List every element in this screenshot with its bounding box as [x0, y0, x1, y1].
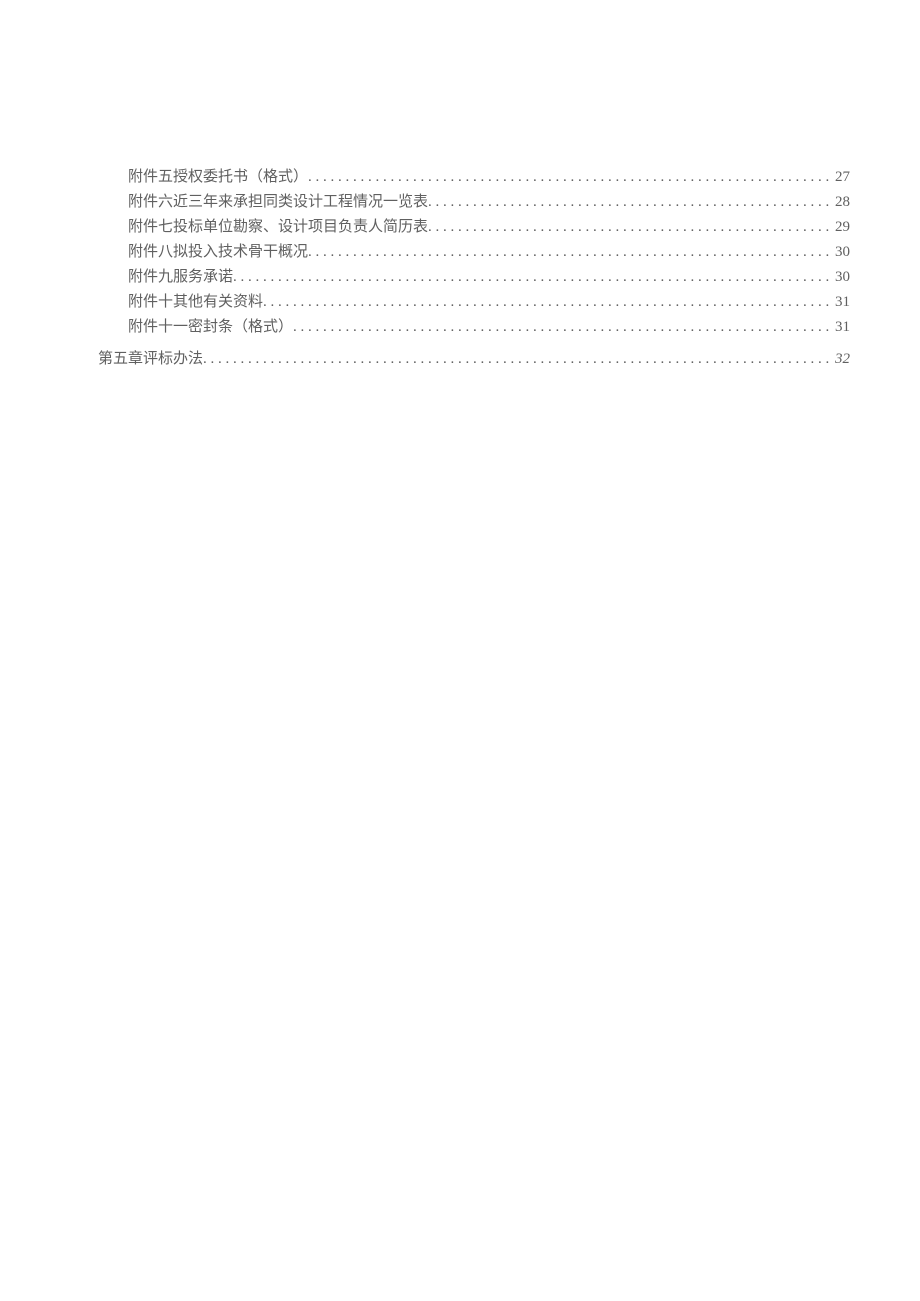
toc-entry-page: 30	[833, 265, 850, 290]
toc-chapter-title: 第五章评标办法	[98, 347, 203, 372]
toc-leader-dots	[308, 165, 833, 190]
toc-entry-page: 31	[833, 290, 850, 315]
toc-entry[interactable]: 附件五授权委托书（格式） 27	[98, 165, 850, 190]
toc-entry-title: 附件九服务承诺	[128, 265, 233, 290]
toc-chapter-entry[interactable]: 第五章评标办法 32	[98, 347, 850, 372]
toc-entry-page: 29	[833, 215, 850, 240]
toc-entry[interactable]: 附件十其他有关资料 31	[98, 290, 850, 315]
toc-leader-dots	[428, 190, 833, 215]
toc-entry-page: 31	[833, 315, 850, 340]
toc-entry-title: 附件十一密封条（格式）	[128, 315, 293, 340]
toc-entry-title: 附件十其他有关资料	[128, 290, 263, 315]
toc-leader-dots	[293, 315, 833, 340]
toc-entry[interactable]: 附件七投标单位勘察、设计项目负责人简历表 29	[98, 215, 850, 240]
toc-leader-dots	[203, 347, 833, 372]
toc-leader-dots	[233, 265, 833, 290]
toc-entry-title: 附件五授权委托书（格式）	[128, 165, 308, 190]
toc-entry-page: 27	[833, 165, 850, 190]
toc-chapter-page: 32	[833, 347, 850, 372]
toc-leader-dots	[428, 215, 833, 240]
toc-entry[interactable]: 附件九服务承诺 30	[98, 265, 850, 290]
toc-entry-title: 附件七投标单位勘察、设计项目负责人简历表	[128, 215, 428, 240]
toc-entry-page: 30	[833, 240, 850, 265]
toc-entry[interactable]: 附件八拟投入技术骨干概况 30	[98, 240, 850, 265]
toc-entry[interactable]: 附件六近三年来承担同类设计工程情况一览表 28	[98, 190, 850, 215]
toc-entry[interactable]: 附件十一密封条（格式） 31	[98, 315, 850, 340]
toc-entry-page: 28	[833, 190, 850, 215]
toc-leader-dots	[308, 240, 833, 265]
toc-entry-title: 附件八拟投入技术骨干概况	[128, 240, 308, 265]
toc-leader-dots	[263, 290, 833, 315]
toc-entry-title: 附件六近三年来承担同类设计工程情况一览表	[128, 190, 428, 215]
document-page: 附件五授权委托书（格式） 27 附件六近三年来承担同类设计工程情况一览表 28 …	[0, 0, 920, 1301]
